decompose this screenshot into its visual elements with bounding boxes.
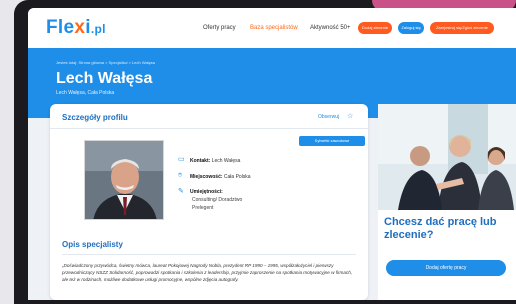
top-navigation: Flexi.pl Oferty pracy Baza specjalistów … [28,8,516,48]
skill-item: Prelegent [192,205,214,211]
contact-icon: ▭ [178,156,185,163]
skills-label: Umiejętności: [190,189,223,195]
star-icon[interactable]: ☆ [347,112,353,120]
nav-link-job-offers[interactable]: Oferty pracy [203,25,236,31]
breadcrumb[interactable]: Jesteś tutaj: Strona główna > Specjaliśc… [56,60,155,65]
skills-icon: ✎ [178,188,184,195]
specialist-description-title: Opis specjalisty [62,240,123,249]
professional-profiles-tag[interactable]: Sylwetki zawodowe [299,136,365,146]
promo-card: Chcesz dać pracę lub zlecenie? Dodaj ofe… [378,104,516,300]
profile-card: Szczegóły profilu Obserwuj ☆ Sylwetki za… [50,104,368,300]
add-job-offer-button[interactable]: Dodaj ofertę pracy [386,260,506,276]
observe-button[interactable]: Obserwuj [318,114,339,120]
location-pin-icon: ⌾ [178,172,183,179]
portrait-illustration [85,141,163,219]
profile-section-title: Szczegóły profilu [62,113,128,122]
promo-photo [378,104,516,210]
handshake-illustration [378,104,516,210]
skill-item: Consulting/ Doradztwo [192,197,243,203]
login-button[interactable]: Zaloguj się [398,22,424,34]
profile-photo [84,140,164,220]
specialist-description-text: „Doświadczony przywódca, świetny mówca, … [62,263,353,282]
browser-screen: Flexi.pl Oferty pracy Baza specjalistów … [28,8,516,300]
page-subtitle: Lech Wałęsa, Cała Polska [56,90,115,96]
nav-link-active-50[interactable]: Aktywność 50+ [310,25,351,31]
location-row: Miejscowość: Cała Polska [190,174,251,180]
divider [50,128,368,129]
site-logo[interactable]: Flexi.pl [46,17,106,39]
add-job-button[interactable]: Dodaj zlecenie [358,22,392,34]
register-button[interactable]: Zarejestruj się/Zgłoś zlecenie [430,22,494,34]
divider [62,254,356,255]
promo-title: Chcesz dać pracę lub zlecenie? [384,216,497,241]
page-title: Lech Wałęsa [56,70,153,87]
contact-row: Kontakt: Lech Wałęsa [190,158,241,164]
nav-link-specialists[interactable]: Baza specjalistów [250,25,298,31]
